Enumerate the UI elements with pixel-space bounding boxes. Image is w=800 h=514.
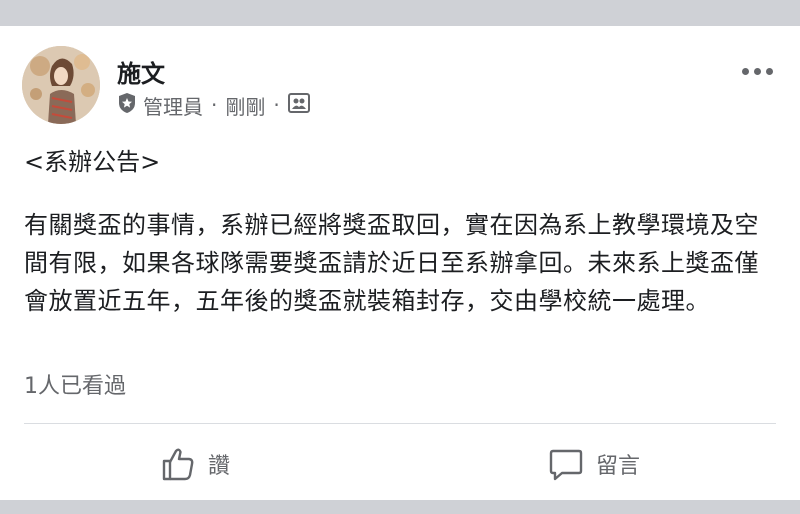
comment-button[interactable]: 留言 [548, 444, 640, 484]
thumbs-up-icon [160, 446, 196, 482]
author-name[interactable]: 施文 [117, 54, 165, 89]
meta-separator: · [211, 93, 218, 117]
comment-label: 留言 [596, 454, 641, 479]
seen-count[interactable]: 1人已看過 [24, 368, 126, 400]
meta-separator: · [273, 93, 280, 117]
like-label: 讚 [208, 454, 231, 479]
post-title: <系辦公告> [24, 148, 161, 176]
admin-shield-icon [117, 92, 137, 119]
author-avatar[interactable] [22, 46, 100, 124]
post-card: 施文 管理員 · 剛剛 · <系辦公告> 有關獎盃的事情，系辦已經將獎盃取回，實… [0, 26, 800, 500]
post-time[interactable]: 剛剛 [225, 91, 265, 120]
post-meta: 管理員 · 剛剛 · [117, 91, 310, 120]
avatar-image [22, 46, 100, 124]
like-button[interactable]: 讚 [160, 444, 230, 484]
group-audience-icon[interactable] [287, 92, 310, 118]
author-role: 管理員 [143, 94, 203, 119]
more-options-icon[interactable] [742, 64, 778, 78]
divider [24, 423, 776, 424]
comment-bubble-icon [548, 446, 584, 482]
post-body: 有關獎盃的事情，系辦已經將獎盃取回，實在因為系上教學環境及空間有限，如果各球隊需… [24, 211, 759, 315]
